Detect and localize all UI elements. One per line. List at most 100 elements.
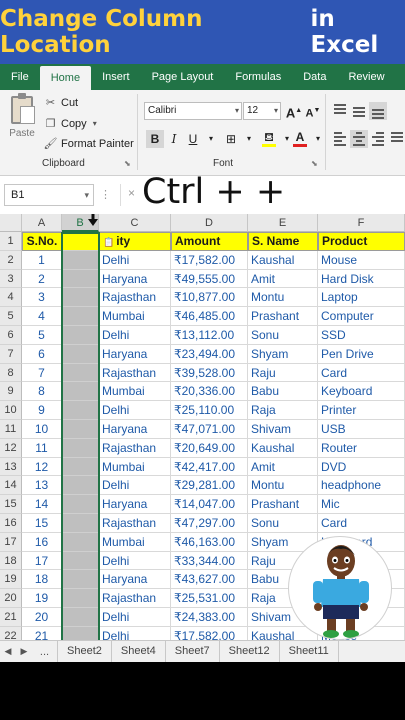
cell-amount[interactable]: ₹25,531.00 [171, 589, 248, 608]
cell-sno[interactable]: 4 [22, 307, 62, 326]
name-box[interactable]: B1 ▾ [4, 184, 94, 206]
row-header[interactable]: 12 [0, 438, 22, 458]
cell-product[interactable]: Router [318, 438, 405, 458]
cell-sno[interactable]: 14 [22, 495, 62, 514]
cell-product[interactable]: Hard Disk [318, 269, 405, 289]
cell-city[interactable]: Rajasthan [99, 514, 171, 533]
cell-sno[interactable]: 2 [22, 269, 62, 289]
cell-amount[interactable]: ₹20,336.00 [171, 382, 248, 402]
cell-city[interactable]: Delhi [99, 608, 171, 627]
column-header-a[interactable]: A [22, 214, 62, 232]
cell-name[interactable]: Amit [248, 269, 318, 289]
cell-sno[interactable]: 3 [22, 288, 62, 308]
header-cell-city[interactable]: 📋 ity [99, 232, 171, 251]
sheet-tab-sheet7[interactable]: Sheet7 [166, 640, 220, 663]
row-header[interactable]: 3 [0, 269, 22, 289]
cell-amount[interactable]: ₹17,582.00 [171, 626, 248, 640]
cell-city[interactable]: Delhi [99, 250, 171, 270]
inserted-blank-cell[interactable] [62, 438, 99, 458]
middle-align-icon[interactable] [350, 102, 368, 120]
inserted-blank-cell[interactable] [62, 532, 99, 552]
cell-city[interactable]: Mumbai [99, 532, 171, 552]
cell-sno[interactable]: 11 [22, 438, 62, 458]
cell-sno[interactable]: 16 [22, 532, 62, 552]
cell-city[interactable]: Rajasthan [99, 589, 171, 608]
cell-sno[interactable]: 13 [22, 476, 62, 496]
cell-product[interactable]: SSD [318, 326, 405, 345]
header-cell-b[interactable] [62, 232, 99, 251]
row-header[interactable]: 6 [0, 326, 22, 345]
row-header[interactable]: 14 [0, 476, 22, 496]
cell-sno[interactable]: 1 [22, 250, 62, 270]
italic-button[interactable]: I [165, 130, 183, 148]
tab-page-layout[interactable]: Page Layout [141, 64, 225, 90]
header-cell-amount[interactable]: Amount [171, 232, 248, 251]
cell-amount[interactable]: ₹14,047.00 [171, 495, 248, 514]
cell-city[interactable]: Haryana [99, 495, 171, 514]
paste-button[interactable]: Paste [6, 93, 38, 150]
clipboard-launcher-icon[interactable]: ⬊ [124, 159, 131, 168]
row-header[interactable]: 20 [0, 589, 22, 608]
header-cell-sno[interactable]: S.No. [22, 232, 62, 251]
cell-amount[interactable]: ₹13,112.00 [171, 326, 248, 345]
cell-sno[interactable]: 15 [22, 514, 62, 533]
bottom-align-icon[interactable] [369, 102, 387, 120]
row-header[interactable]: 2 [0, 250, 22, 270]
cell-city[interactable]: Haryana [99, 420, 171, 439]
borders-icon[interactable]: ⊞ [222, 130, 240, 148]
cell-amount[interactable]: ₹33,344.00 [171, 551, 248, 571]
cell-product[interactable]: Mic [318, 495, 405, 514]
cell-product[interactable]: Mouse [318, 250, 405, 270]
font-color-button[interactable]: A [291, 130, 309, 148]
paste-options-icon[interactable]: 📋 [103, 237, 114, 247]
grow-font-icon[interactable]: A▲ [285, 102, 303, 120]
cell-name[interactable]: Montu [248, 476, 318, 496]
cell-name[interactable]: Raju [248, 363, 318, 383]
format-painter-button[interactable]: 🖌 Format Painter [44, 137, 134, 151]
cell-name[interactable]: Shivam [248, 420, 318, 439]
cell-city[interactable]: Haryana [99, 344, 171, 364]
cell-product[interactable]: Keyboard [318, 382, 405, 402]
cell-name[interactable]: Montu [248, 288, 318, 308]
cell-product[interactable]: Printer [318, 401, 405, 420]
cell-name[interactable]: Shyam [248, 344, 318, 364]
cell-city[interactable]: Haryana [99, 570, 171, 590]
shrink-font-icon[interactable]: A▼ [304, 102, 322, 120]
inserted-blank-cell[interactable] [62, 420, 99, 439]
tab-home[interactable]: Home [39, 66, 92, 90]
cell-sno[interactable]: 6 [22, 344, 62, 364]
inserted-blank-cell[interactable] [62, 382, 99, 402]
underline-button[interactable]: U [184, 130, 202, 148]
cell-amount[interactable]: ₹42,417.00 [171, 457, 248, 477]
cancel-icon[interactable]: × [128, 186, 135, 200]
cell-city[interactable]: Haryana [99, 269, 171, 289]
cell-city[interactable]: Mumbai [99, 307, 171, 326]
cut-button[interactable]: ✂ Cut [44, 96, 78, 110]
row-header[interactable]: 13 [0, 457, 22, 477]
column-header-c[interactable]: C [99, 214, 171, 232]
row-header[interactable]: 21 [0, 608, 22, 627]
row-header[interactable]: 19 [0, 570, 22, 590]
cell-city[interactable]: Delhi [99, 326, 171, 345]
column-header-f[interactable]: F [318, 214, 405, 232]
inserted-blank-cell[interactable] [62, 326, 99, 345]
cell-sno[interactable]: 17 [22, 551, 62, 571]
row-header[interactable]: 9 [0, 382, 22, 402]
row-header[interactable]: 15 [0, 495, 22, 514]
cell-city[interactable]: Delhi [99, 401, 171, 420]
cell-amount[interactable]: ₹46,163.00 [171, 532, 248, 552]
cell-sno[interactable]: 21 [22, 626, 62, 640]
row-header[interactable]: 8 [0, 363, 22, 383]
cell-sno[interactable]: 7 [22, 363, 62, 383]
inserted-blank-cell[interactable] [62, 476, 99, 496]
cell-product[interactable]: Computer [318, 307, 405, 326]
cell-amount[interactable]: ₹46,485.00 [171, 307, 248, 326]
select-all-corner[interactable] [0, 214, 22, 232]
inserted-blank-cell[interactable] [62, 626, 99, 640]
tab-insert[interactable]: Insert [91, 64, 141, 90]
copy-dropdown-icon[interactable]: ▾ [93, 119, 97, 128]
cell-name[interactable]: Sonu [248, 326, 318, 345]
cell-product[interactable]: DVD [318, 457, 405, 477]
inserted-blank-cell[interactable] [62, 514, 99, 533]
cell-product[interactable]: USB [318, 420, 405, 439]
